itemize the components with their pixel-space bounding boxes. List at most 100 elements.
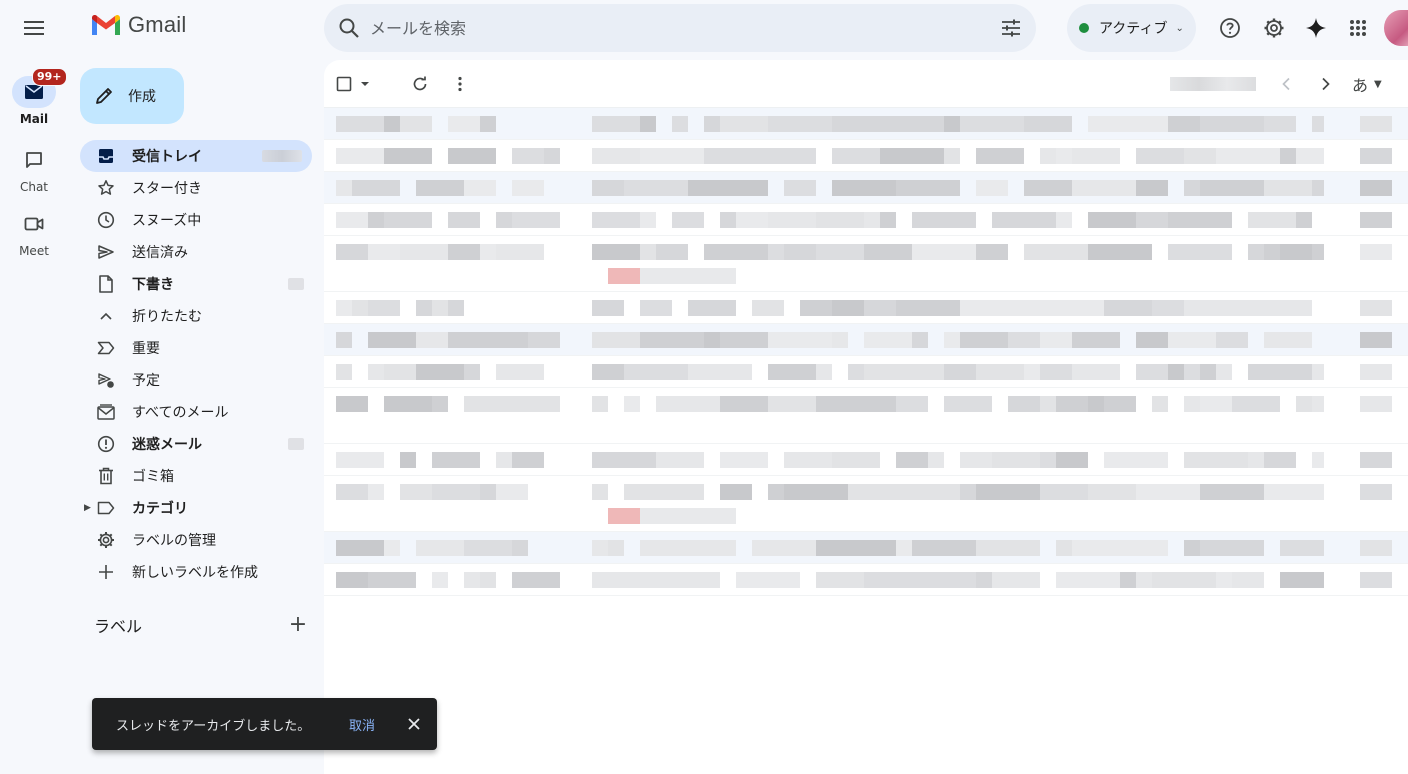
nav-drafts[interactable]: 下書き bbox=[80, 268, 312, 300]
redacted-block bbox=[960, 452, 992, 468]
nav-label: 下書き bbox=[132, 277, 174, 293]
table-row[interactable] bbox=[324, 236, 1408, 292]
main-menu-button[interactable] bbox=[14, 8, 54, 48]
redacted-block bbox=[432, 452, 480, 468]
redacted-block bbox=[1264, 180, 1312, 196]
nav-scheduled[interactable]: 予定 bbox=[80, 364, 312, 396]
apps-button[interactable] bbox=[1338, 8, 1378, 48]
more-button[interactable] bbox=[440, 64, 480, 104]
search-input[interactable] bbox=[370, 18, 1000, 38]
redacted-block bbox=[864, 300, 896, 316]
rail-mail[interactable]: 99+ Mail bbox=[0, 68, 68, 126]
redacted-block bbox=[352, 180, 400, 196]
nav-categories[interactable]: ▶ カテゴリ bbox=[80, 492, 312, 524]
redacted-block bbox=[800, 300, 832, 316]
redacted-block bbox=[400, 244, 448, 260]
nav-trash[interactable]: ゴミ箱 bbox=[80, 460, 312, 492]
plus-icon bbox=[99, 565, 113, 579]
table-row[interactable] bbox=[324, 108, 1408, 140]
redacted-block bbox=[1040, 452, 1056, 468]
redacted-block bbox=[992, 452, 1040, 468]
status-label: アクティブ bbox=[1099, 21, 1168, 37]
gemini-button[interactable] bbox=[1296, 8, 1336, 48]
account-avatar[interactable] bbox=[1384, 10, 1408, 46]
redacted-block bbox=[336, 484, 368, 500]
nav-snoozed[interactable]: スヌーズ中 bbox=[80, 204, 312, 236]
redacted-block bbox=[1024, 364, 1040, 380]
redacted-block bbox=[864, 364, 896, 380]
nav-all-mail[interactable]: すべてのメール bbox=[80, 396, 312, 428]
select-all-checkbox[interactable] bbox=[336, 64, 380, 104]
nav-spam[interactable]: 迷惑メール bbox=[80, 428, 312, 460]
table-row[interactable] bbox=[324, 476, 1408, 532]
status-selector[interactable]: アクティブ ⌄ bbox=[1067, 4, 1196, 52]
nav-important[interactable]: 重要 bbox=[80, 332, 312, 364]
table-row[interactable] bbox=[324, 204, 1408, 236]
nav-manage-labels[interactable]: ラベルの管理 bbox=[80, 524, 312, 556]
redacted-block bbox=[656, 572, 720, 588]
redacted-block bbox=[976, 148, 1024, 164]
redacted-block bbox=[880, 396, 896, 412]
table-row[interactable] bbox=[324, 356, 1408, 388]
redacted-block bbox=[1312, 180, 1324, 196]
redacted-block bbox=[1264, 332, 1312, 348]
add-label-button[interactable]: + bbox=[286, 612, 310, 637]
rail-meet[interactable]: Meet bbox=[0, 208, 68, 258]
expand-caret-icon[interactable]: ▶ bbox=[84, 503, 91, 513]
redacted-block bbox=[896, 364, 928, 380]
video-icon bbox=[24, 217, 44, 231]
refresh-button[interactable] bbox=[400, 64, 440, 104]
table-row[interactable] bbox=[324, 172, 1408, 204]
redacted-block bbox=[960, 244, 976, 260]
redacted-block bbox=[1136, 364, 1168, 380]
undo-button[interactable]: 取消 bbox=[349, 715, 375, 734]
nav-starred[interactable]: スター付き bbox=[80, 172, 312, 204]
redacted-block bbox=[912, 244, 928, 260]
redacted-block bbox=[496, 452, 512, 468]
redacted-block bbox=[336, 540, 384, 556]
search-icon[interactable] bbox=[338, 17, 360, 39]
next-page-button[interactable] bbox=[1306, 64, 1346, 104]
nav-sent[interactable]: 送信済み bbox=[80, 236, 312, 268]
redacted-block bbox=[624, 484, 656, 500]
help-button[interactable] bbox=[1210, 8, 1250, 48]
nav-label: スヌーズ中 bbox=[132, 213, 202, 229]
table-row[interactable] bbox=[324, 532, 1408, 564]
redacted-block bbox=[592, 396, 608, 412]
nav-inbox[interactable]: 受信トレイ bbox=[80, 140, 312, 172]
gmail-logo[interactable]: Gmail bbox=[90, 12, 186, 38]
snackbar-close-button[interactable] bbox=[402, 712, 426, 736]
redacted-block bbox=[672, 212, 704, 228]
redacted-block bbox=[640, 332, 704, 348]
redacted-block bbox=[1360, 484, 1392, 500]
table-row[interactable] bbox=[324, 324, 1408, 356]
search-options-icon[interactable] bbox=[1000, 18, 1022, 38]
redacted-block bbox=[752, 540, 816, 556]
nav-create-label[interactable]: 新しいラベルを作成 bbox=[80, 556, 312, 588]
redacted-block bbox=[832, 300, 864, 316]
table-row[interactable] bbox=[324, 444, 1408, 476]
nav-collapse[interactable]: 折りたたむ bbox=[80, 300, 312, 332]
redacted-block bbox=[1072, 300, 1104, 316]
redacted-block bbox=[1312, 452, 1324, 468]
table-row[interactable] bbox=[324, 292, 1408, 324]
rail-chat[interactable]: Chat bbox=[0, 144, 68, 194]
table-row[interactable] bbox=[324, 140, 1408, 172]
redacted-block bbox=[720, 484, 752, 500]
redacted-block bbox=[496, 364, 544, 380]
input-tools-button[interactable]: あ ▼ bbox=[1352, 72, 1382, 96]
redacted-block bbox=[368, 212, 384, 228]
compose-button[interactable]: 作成 bbox=[80, 68, 184, 124]
table-row[interactable] bbox=[324, 564, 1408, 596]
settings-button[interactable] bbox=[1254, 8, 1294, 48]
redacted-block bbox=[880, 148, 944, 164]
prev-page-button[interactable] bbox=[1266, 64, 1306, 104]
redacted-block bbox=[1264, 452, 1296, 468]
nav-label: 折りたたむ bbox=[132, 309, 202, 325]
redacted-block bbox=[1248, 244, 1264, 260]
redacted-block bbox=[1088, 396, 1104, 412]
table-row[interactable] bbox=[324, 388, 1408, 444]
redacted-block bbox=[1056, 148, 1072, 164]
redacted-block bbox=[1072, 484, 1088, 500]
redacted-block bbox=[1104, 452, 1168, 468]
